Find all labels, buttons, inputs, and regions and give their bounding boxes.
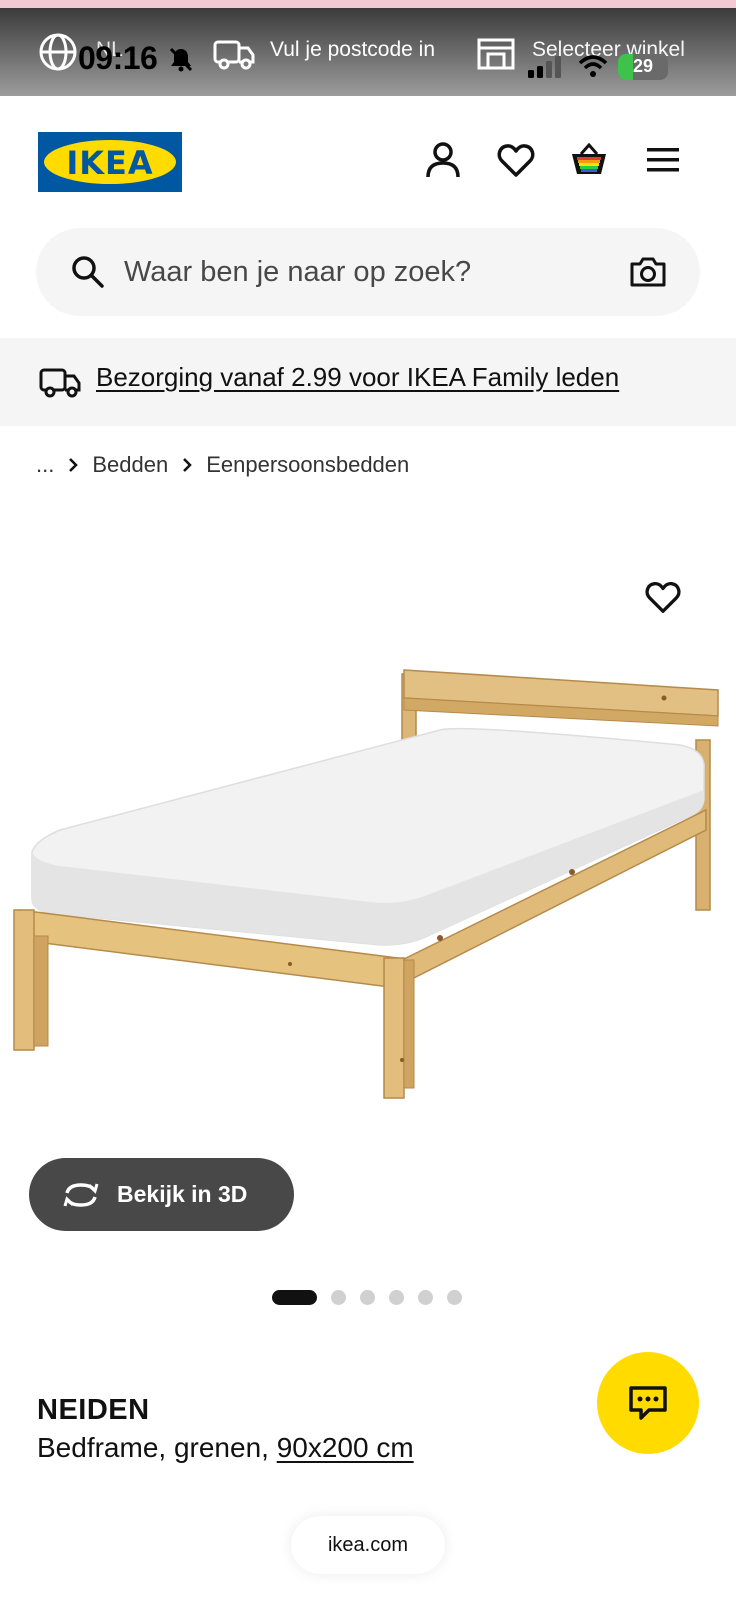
ikea-logo[interactable]: IKEA <box>38 132 182 192</box>
clock-time: 09:16 <box>78 40 158 76</box>
product-description: Bedframe, grenen, 90x200 cm <box>37 1432 414 1464</box>
browser-url-bar[interactable]: ikea.com <box>291 1516 445 1574</box>
product-name: NEIDEN <box>37 1394 150 1426</box>
camera-icon[interactable] <box>628 252 668 292</box>
promo-link[interactable]: Bezorging vanaf 2.99 voor IKEA Family le… <box>96 362 619 393</box>
browser-url: ikea.com <box>327 1533 409 1556</box>
gallery-dot[interactable] <box>272 1289 317 1305</box>
view-3d-label: Bekijk in 3D <box>117 1181 248 1207</box>
search-icon[interactable] <box>70 254 106 290</box>
chevron-right-icon <box>183 458 192 472</box>
product-image-bed[interactable] <box>0 640 736 1140</box>
rotate-3d-icon <box>63 1182 99 1207</box>
chat-icon <box>629 1386 667 1420</box>
top-color-strip <box>0 0 736 8</box>
shopping-bag-icon[interactable] <box>569 140 609 180</box>
view-3d-button[interactable]: Bekijk in 3D <box>29 1158 294 1231</box>
gallery-dot[interactable] <box>360 1289 375 1305</box>
breadcrumb-single-beds[interactable]: Eenpersoonsbedden <box>206 452 409 478</box>
search-bar[interactable] <box>36 228 700 316</box>
status-bar: NL 09:16 Vul je postcode in Selecteer wi… <box>0 8 736 96</box>
gallery-dot[interactable] <box>389 1289 404 1305</box>
gallery-dot[interactable] <box>331 1289 346 1305</box>
search-input[interactable] <box>124 246 624 298</box>
gallery-dot[interactable] <box>447 1289 462 1305</box>
user-icon[interactable] <box>423 140 463 180</box>
breadcrumb-ellipsis[interactable]: ... <box>36 452 54 478</box>
promo-banner: Bezorging vanaf 2.99 voor IKEA Family le… <box>0 338 736 426</box>
wifi-icon <box>578 55 608 77</box>
cellular-signal-icon <box>528 56 561 78</box>
gallery-pagination <box>272 1289 476 1305</box>
store-icon[interactable] <box>476 36 516 72</box>
chevron-right-icon <box>69 458 79 472</box>
postcode-link[interactable]: Vul je postcode in <box>270 38 435 62</box>
product-size-link[interactable]: 90x200 cm <box>277 1432 414 1463</box>
delivery-truck-icon <box>39 368 81 398</box>
gallery-dot[interactable] <box>418 1289 433 1305</box>
breadcrumb: ... Bedden Eenpersoonsbedden <box>36 450 409 480</box>
heart-icon[interactable] <box>496 140 536 180</box>
globe-icon[interactable] <box>38 32 78 72</box>
battery-level: 29 <box>632 56 654 76</box>
product-type: Bedframe, grenen, <box>37 1432 277 1463</box>
battery-indicator: 29 <box>618 54 668 80</box>
chat-button[interactable] <box>597 1352 699 1454</box>
menu-icon[interactable] <box>643 140 683 180</box>
logo-text: IKEA <box>66 144 154 182</box>
delivery-truck-icon[interactable] <box>212 36 256 72</box>
wishlist-heart-icon[interactable] <box>644 578 682 616</box>
breadcrumb-beds[interactable]: Bedden <box>92 452 168 478</box>
bell-muted-icon <box>169 47 193 72</box>
